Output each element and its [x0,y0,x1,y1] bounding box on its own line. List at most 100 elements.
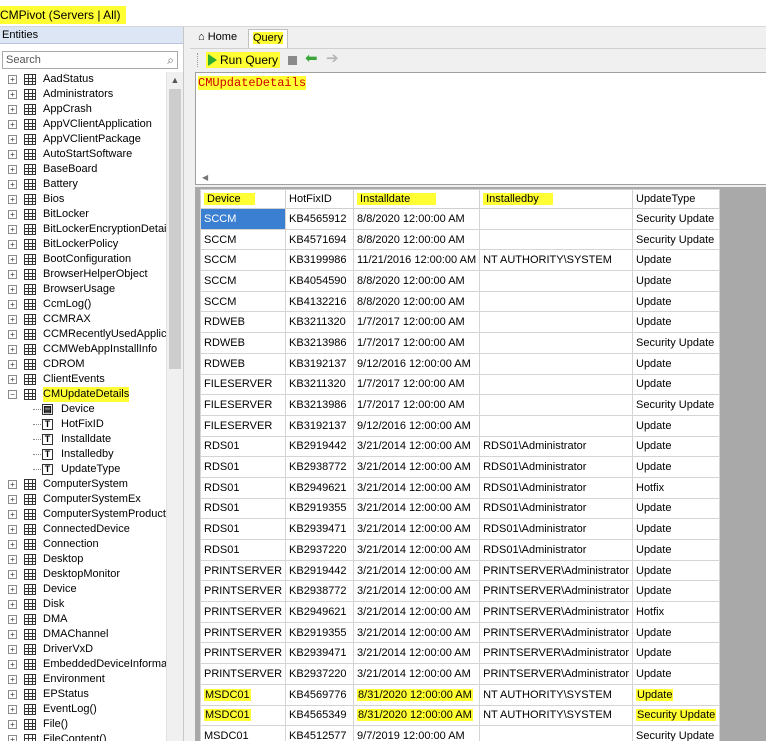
table-cell[interactable]: Update [631,683,721,706]
table-row[interactable]: FILESERVER KB3192137 9/12/2016 12:00:00 AM… [199,414,721,437]
table-cell[interactable]: KB4512577 [285,725,355,741]
entity-tree[interactable]: + AadStatus + Administrators + AppCrash + AppVC… [0,72,166,741]
tree-node[interactable]: + CCMRecentlyUsedApplica [0,327,166,342]
expand-icon[interactable]: + [8,570,17,579]
table-cell[interactable]: 1/7/2017 12:00:00 AM [353,311,481,334]
tree-node[interactable]: + ConnectedDevice [0,522,166,537]
tree-node[interactable]: + DriverVxD [0,642,166,657]
table-cell[interactable]: 3/21/2014 12:00:00 AM [353,476,481,499]
table-cell[interactable]: SCCM [199,208,287,230]
table-cell[interactable]: Update [631,414,721,437]
forward-arrow-icon[interactable]: ➔ [326,51,339,67]
tree-node[interactable]: + Disk [0,597,166,612]
tree-node[interactable]: + ComputerSystemProduct [0,507,166,522]
tree-node[interactable]: + CCMRAX [0,312,166,327]
tree-node[interactable]: + BitLocker [0,207,166,222]
table-cell[interactable]: 9/7/2019 12:00:00 AM [353,725,481,741]
expand-icon[interactable]: + [8,210,17,219]
tree-node[interactable]: + BootConfiguration [0,252,166,267]
tree-node[interactable]: + AppCrash [0,102,166,117]
tree-node[interactable]: + BrowserHelperObject [0,267,166,282]
table-cell[interactable]: PRINTSERVER\Administrator [479,559,633,582]
expand-icon[interactable]: + [8,510,17,519]
tree-child-node[interactable]: ▤ Device [0,402,166,417]
expand-icon[interactable]: + [8,525,17,534]
table-cell[interactable]: Security Update [631,228,721,251]
scroll-up-arrow-icon[interactable]: ▲ [167,72,183,89]
tree-node[interactable]: + Device [0,582,166,597]
table-cell[interactable]: PRINTSERVER [199,663,287,685]
table-cell[interactable]: PRINTSERVER\Administrator [479,642,633,665]
back-arrow-icon[interactable]: ⬅ [305,51,318,67]
expand-icon[interactable]: + [8,75,17,84]
table-row[interactable]: SCCM KB4132216 8/8/2020 12:00:00 AM Update [199,290,721,313]
tree-node[interactable]: + Connection [0,537,166,552]
table-cell[interactable]: Security Update [631,208,721,230]
table-cell[interactable]: Update [631,497,721,520]
tree-node[interactable]: + AadStatus [0,72,166,87]
entity-search-box[interactable]: ⌕ [2,51,178,69]
expand-icon[interactable]: + [8,600,17,609]
table-cell[interactable]: 3/21/2014 12:00:00 AM [353,601,481,623]
expand-icon[interactable]: + [8,90,17,99]
table-cell[interactable]: KB2939471 [285,518,355,540]
table-cell[interactable]: 9/12/2016 12:00:00 AM [353,414,481,437]
expand-icon[interactable]: + [8,195,17,204]
table-cell[interactable]: RDS01 [199,497,287,520]
tree-node[interactable]: + Environment [0,672,166,687]
column-header-device[interactable]: Device [199,189,287,209]
search-icon[interactable]: ⌕ [167,53,174,68]
table-cell[interactable]: 8/8/2020 12:00:00 AM [353,208,481,230]
table-cell[interactable]: FILESERVER [199,373,287,396]
tree-node[interactable]: + Battery [0,177,166,192]
query-text[interactable]: CMUpdateDetails [198,76,307,90]
table-cell[interactable]: RDS01 [199,476,287,499]
table-cell[interactable]: KB2938772 [285,580,355,603]
tree-node[interactable]: + DMAChannel [0,627,166,642]
table-row[interactable]: FILESERVER KB3211320 1/7/2017 12:00:00 AM U… [199,373,721,396]
expand-icon[interactable]: + [8,255,17,264]
tree-node[interactable]: + BaseBoard [0,162,166,177]
table-cell[interactable]: KB2937220 [285,539,355,561]
table-cell[interactable]: 3/21/2014 12:00:00 AM [353,435,481,458]
tree-node[interactable]: + Bios [0,192,166,207]
tree-node[interactable]: + DesktopMonitor [0,567,166,582]
stop-icon[interactable] [288,56,297,65]
table-cell[interactable]: 8/31/2020 12:00:00 AM [353,704,481,727]
expand-icon[interactable]: + [8,150,17,159]
table-cell[interactable]: RDS01 [199,435,287,458]
table-cell[interactable]: KB2939471 [285,642,355,665]
table-row[interactable]: PRINTSERVER KB2937220 3/21/2014 12:00:00 A… [199,663,721,685]
table-cell[interactable]: PRINTSERVER\Administrator [479,601,633,623]
scrollbar-thumb[interactable] [169,89,181,369]
table-cell[interactable]: SCCM [199,249,287,272]
expand-icon[interactable]: + [8,615,17,624]
table-cell[interactable]: Update [631,518,721,540]
table-cell[interactable]: RDS01\Administrator [479,518,633,540]
table-cell[interactable]: KB3192137 [285,414,355,437]
expand-icon[interactable]: + [8,180,17,189]
table-cell[interactable]: KB4565349 [285,704,355,727]
table-cell[interactable]: SCCM [199,228,287,251]
table-cell[interactable]: NT AUTHORITY\SYSTEM [479,683,633,706]
table-cell[interactable]: 3/21/2014 12:00:00 AM [353,456,481,478]
tree-node[interactable]: − CMUpdateDetails [0,387,166,402]
table-cell[interactable]: RDS01 [199,539,287,561]
expand-icon[interactable]: + [8,120,17,129]
table-cell[interactable]: SCCM [199,290,287,313]
table-cell[interactable]: KB2949621 [285,601,355,623]
expand-icon[interactable]: + [8,270,17,279]
table-cell[interactable]: Security Update [631,704,721,727]
tree-child-node[interactable]: T Installedby [0,447,166,462]
table-cell[interactable]: Update [631,580,721,603]
table-cell[interactable] [479,373,633,396]
table-row[interactable]: RDS01 KB2919355 3/21/2014 12:00:00 AM RDS01… [199,497,721,520]
table-cell[interactable]: Security Update [631,725,721,741]
table-cell[interactable]: KB4132216 [285,290,355,313]
table-cell[interactable]: RDS01\Administrator [479,539,633,561]
table-cell[interactable] [479,394,633,416]
tree-node[interactable]: + File() [0,717,166,732]
column-header-hotfixid[interactable]: HotFixID [285,189,355,209]
table-cell[interactable]: RDS01 [199,518,287,540]
tree-node[interactable]: + Desktop [0,552,166,567]
